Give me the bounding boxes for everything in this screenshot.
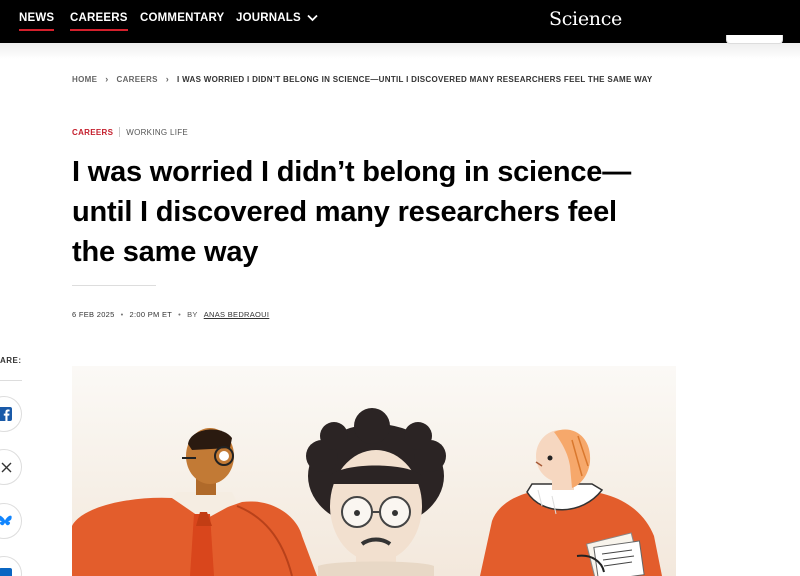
meta-separator: •	[120, 310, 124, 319]
nav-commentary[interactable]: COMMENTARY	[140, 12, 224, 24]
headline-line: until I discovered many researchers feel	[72, 196, 617, 228]
nav-commentary-label: COMMENTARY	[140, 12, 225, 24]
nav-careers[interactable]: CAREERS	[70, 12, 128, 31]
facebook-icon	[0, 407, 12, 421]
x-icon	[1, 462, 12, 472]
chevron-right-icon: ›	[165, 74, 170, 84]
share-x-button[interactable]	[0, 449, 22, 485]
share-bluesky-button[interactable]	[0, 503, 22, 539]
hero-illustration	[72, 366, 676, 576]
chevron-down-icon	[307, 14, 318, 22]
illustration-art	[72, 408, 662, 576]
share-linkedin-button[interactable]	[0, 556, 22, 576]
top-navigation: NEWS CAREERS COMMENTARY JOURNALS Science	[0, 0, 800, 43]
headline-line: I was worried I didn’t belong in science…	[72, 156, 632, 188]
breadcrumb-current: I WAS WORRIED I DIDN’T BELONG IN SCIENCE…	[177, 74, 653, 84]
science-logo[interactable]: Science	[549, 8, 622, 30]
category-working-life-link[interactable]: WORKING LIFE	[126, 128, 188, 137]
subnav-bar	[0, 43, 800, 59]
publish-time: 2:00 PM ET	[129, 310, 173, 319]
article-headline: I was worried I didn’t belong in science…	[72, 152, 672, 272]
chevron-right-icon: ›	[105, 74, 109, 84]
article-category: CAREERS WORKING LIFE	[72, 127, 188, 137]
share-divider	[0, 380, 22, 381]
breadcrumb-careers[interactable]: CAREERS	[117, 75, 158, 84]
author-link[interactable]: ANAS BEDRAOUI	[204, 310, 270, 319]
linkedin-icon	[0, 567, 12, 576]
share-label: ARE:	[0, 356, 22, 365]
article-meta: 6 FEB 2025 • 2:00 PM ET • BY ANAS BEDRAO…	[72, 310, 269, 319]
category-divider	[119, 127, 121, 137]
headline-line: the same way	[72, 236, 259, 268]
meta-separator: •	[178, 310, 182, 319]
nav-news[interactable]: NEWS	[19, 12, 55, 31]
publish-date: 6 FEB 2025	[72, 310, 115, 319]
bluesky-icon	[0, 515, 12, 526]
nav-news-active-indicator	[19, 29, 55, 31]
nav-journals-label: JOURNALS	[236, 12, 301, 24]
category-careers-link[interactable]: CAREERS	[72, 128, 113, 137]
breadcrumb: HOME › CAREERS › I WAS WORRIED I DIDN’T …	[72, 74, 653, 84]
nav-careers-active-indicator	[70, 29, 128, 31]
nav-journals[interactable]: JOURNALS	[236, 12, 318, 24]
top-right-button[interactable]	[726, 35, 783, 44]
nav-careers-label: CAREERS	[70, 12, 128, 24]
byline-prefix: BY	[187, 310, 198, 319]
nav-news-label: NEWS	[19, 12, 55, 24]
divider	[72, 285, 156, 286]
share-facebook-button[interactable]	[0, 396, 22, 432]
breadcrumb-home[interactable]: HOME	[72, 75, 97, 84]
